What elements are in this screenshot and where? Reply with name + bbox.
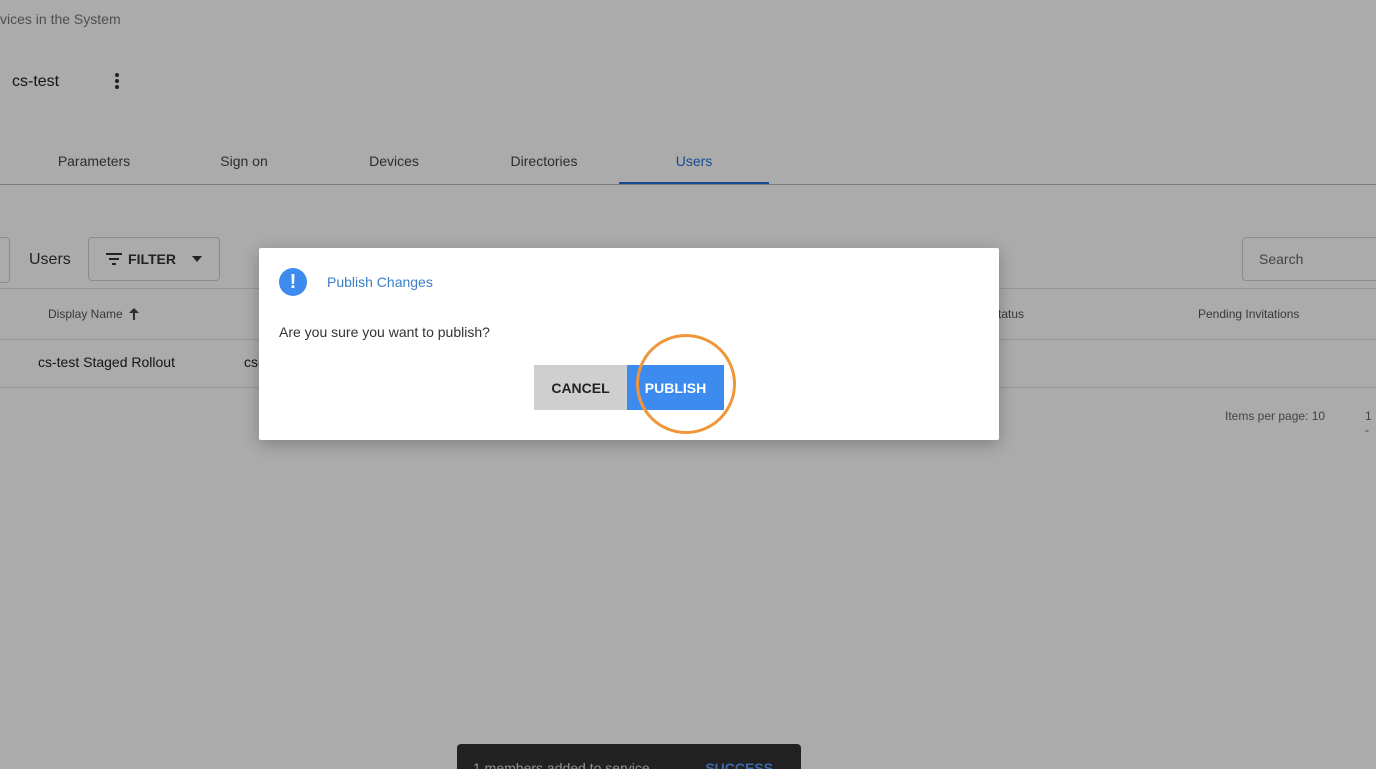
dialog-title: Publish Changes	[327, 274, 433, 290]
publish-button[interactable]: PUBLISH	[627, 365, 724, 410]
publish-dialog: ! Publish Changes Are you sure you want …	[259, 248, 999, 440]
cancel-button[interactable]: CANCEL	[534, 365, 627, 410]
exclamation-icon: !	[279, 268, 307, 296]
page: vices in the System cs-test Parameters S…	[0, 0, 1376, 769]
dialog-message: Are you sure you want to publish?	[279, 324, 490, 340]
